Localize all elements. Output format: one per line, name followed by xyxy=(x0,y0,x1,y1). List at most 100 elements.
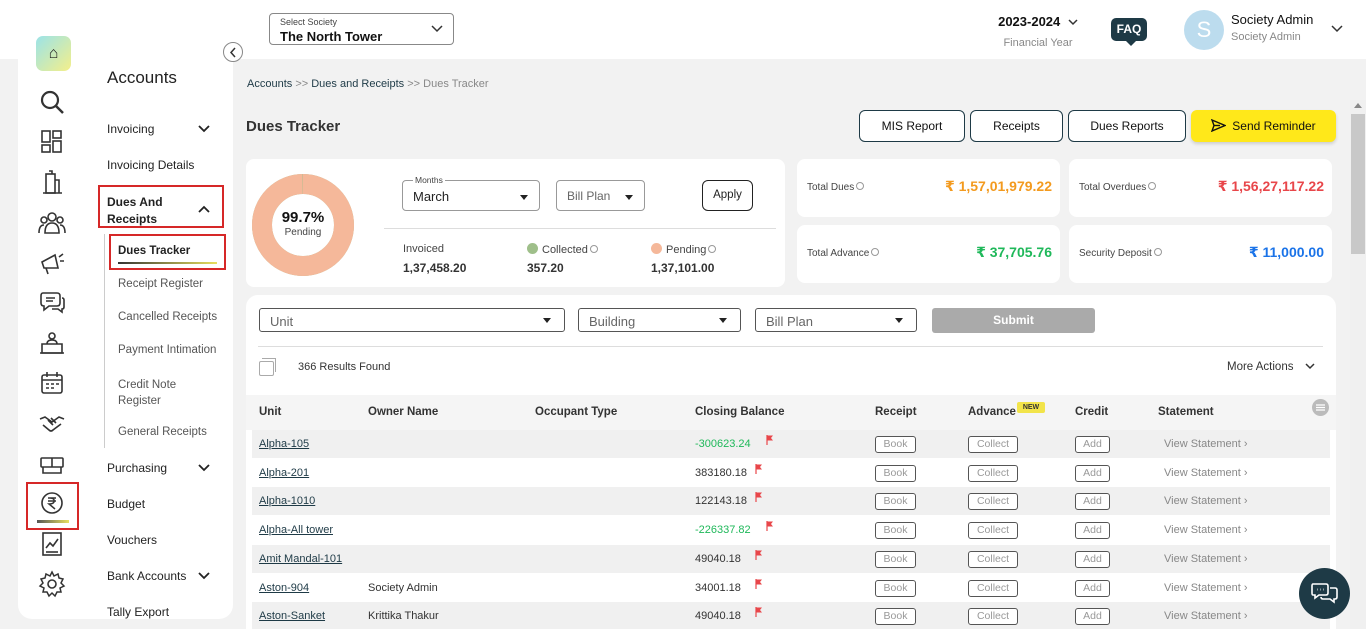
chevron-up-icon[interactable] xyxy=(198,205,210,213)
chevron-down-icon[interactable] xyxy=(198,572,210,580)
months-select[interactable]: Months March xyxy=(402,175,540,211)
collect-button[interactable]: Collect xyxy=(968,550,1018,568)
add-credit-button[interactable]: Add xyxy=(1075,522,1110,540)
receipts-button[interactable]: Receipts xyxy=(970,110,1063,142)
add-credit-button[interactable]: Add xyxy=(1075,550,1110,568)
scrollbar-thumb[interactable] xyxy=(1351,114,1365,254)
avatar[interactable]: S xyxy=(1184,10,1224,50)
view-statement-link[interactable]: View Statement › xyxy=(1164,495,1248,507)
unit-link[interactable]: Aston-904 xyxy=(259,582,309,594)
chevron-down-icon[interactable] xyxy=(1331,25,1343,33)
search-icon[interactable] xyxy=(38,88,68,116)
book-button[interactable]: Book xyxy=(875,608,916,626)
view-statement-link[interactable]: View Statement › xyxy=(1164,438,1248,450)
scroll-up-arrow-icon[interactable] xyxy=(1354,103,1362,108)
book-button[interactable]: Book xyxy=(875,522,916,540)
menu-item-dues-receipts[interactable]: Dues And Receipts xyxy=(107,194,163,228)
announcement-icon[interactable] xyxy=(38,249,68,277)
book-button[interactable]: Book xyxy=(875,464,916,482)
menu-item-tally-export[interactable]: Tally Export xyxy=(107,605,169,619)
members-icon[interactable] xyxy=(38,208,68,236)
chat-support-button[interactable] xyxy=(1299,568,1350,619)
collect-button[interactable]: Collect xyxy=(968,608,1018,626)
unit-filter-select[interactable]: Unit xyxy=(259,308,565,332)
faq-button[interactable]: FAQ xyxy=(1111,18,1147,46)
view-statement-link[interactable]: View Statement › xyxy=(1164,524,1248,536)
submenu-cancelled-receipts[interactable]: Cancelled Receipts xyxy=(118,311,217,323)
add-credit-button[interactable]: Add xyxy=(1075,493,1110,511)
info-icon[interactable] xyxy=(708,245,717,253)
collect-button[interactable]: Collect xyxy=(968,493,1018,511)
parcel-icon[interactable] xyxy=(38,449,68,477)
submenu-receipt-register[interactable]: Receipt Register xyxy=(118,278,203,290)
unit-link[interactable]: Amit Mandal-101 xyxy=(259,553,342,565)
report-icon[interactable] xyxy=(38,530,68,558)
flag-icon xyxy=(766,435,773,445)
unit-link[interactable]: Alpha-All tower xyxy=(259,524,333,536)
user-info[interactable]: Society Admin Society Admin xyxy=(1231,12,1313,43)
helpdesk-icon[interactable] xyxy=(38,329,68,357)
menu-item-invoicing-details[interactable]: Invoicing Details xyxy=(107,158,194,172)
book-button[interactable]: Book xyxy=(875,579,916,597)
menu-item-vouchers[interactable]: Vouchers xyxy=(107,533,157,547)
info-icon[interactable] xyxy=(1153,248,1162,256)
chevron-down-icon[interactable] xyxy=(198,464,210,472)
book-button[interactable]: Book xyxy=(875,550,916,568)
unit-link[interactable]: Aston-Sanket xyxy=(259,610,325,622)
handshake-icon[interactable] xyxy=(38,409,68,437)
building-icon[interactable] xyxy=(38,168,68,196)
add-credit-button[interactable]: Add xyxy=(1075,464,1110,482)
submenu-credit-note-register[interactable]: Credit Note Register xyxy=(118,377,176,409)
collect-button[interactable]: Collect xyxy=(968,436,1018,453)
app-logo[interactable]: ⌂ xyxy=(36,36,71,71)
apply-button[interactable]: Apply xyxy=(702,180,753,211)
financial-year-select[interactable]: 2023-2024 Financial Year xyxy=(992,14,1084,49)
book-button[interactable]: Book xyxy=(875,493,916,511)
unit-link[interactable]: Alpha-1010 xyxy=(259,495,315,507)
submenu-dues-tracker[interactable]: Dues Tracker xyxy=(118,245,190,257)
view-statement-link[interactable]: View Statement › xyxy=(1164,610,1248,622)
collect-button[interactable]: Collect xyxy=(968,522,1018,540)
info-icon[interactable] xyxy=(589,245,598,253)
chat-icon[interactable] xyxy=(38,288,68,316)
book-button[interactable]: Book xyxy=(875,436,916,453)
info-icon[interactable] xyxy=(871,248,880,256)
add-credit-button[interactable]: Add xyxy=(1075,579,1110,597)
menu-item-budget[interactable]: Budget xyxy=(107,497,145,511)
select-all-checkbox[interactable] xyxy=(259,358,276,376)
submenu-general-receipts[interactable]: General Receipts xyxy=(118,426,207,438)
unit-link[interactable]: Alpha-201 xyxy=(259,467,309,479)
society-select[interactable]: Select Society The North Tower xyxy=(269,13,454,45)
bill-plan-select[interactable]: Bill Plan xyxy=(556,180,645,211)
dues-reports-button[interactable]: Dues Reports xyxy=(1068,110,1186,142)
collect-button[interactable]: Collect xyxy=(968,464,1018,482)
rupee-icon[interactable] xyxy=(38,490,68,518)
view-statement-link[interactable]: View Statement › xyxy=(1164,582,1248,594)
menu-item-invoicing[interactable]: Invoicing xyxy=(107,122,154,136)
column-settings-icon[interactable] xyxy=(1312,399,1329,416)
dashboard-icon[interactable] xyxy=(38,128,68,156)
send-reminder-button[interactable]: Send Reminder xyxy=(1191,110,1336,142)
unit-link[interactable]: Alpha-105 xyxy=(259,438,309,450)
info-icon[interactable] xyxy=(1148,182,1157,190)
collect-button[interactable]: Collect xyxy=(968,579,1018,597)
mis-report-button[interactable]: MIS Report xyxy=(859,110,965,142)
building-filter-select[interactable]: Building xyxy=(578,308,741,332)
add-credit-button[interactable]: Add xyxy=(1075,608,1110,626)
bill-plan-filter-select[interactable]: Bill Plan xyxy=(755,308,917,332)
breadcrumb-dues-receipts[interactable]: Dues and Receipts xyxy=(311,78,404,90)
view-statement-link[interactable]: View Statement › xyxy=(1164,553,1248,565)
chevron-down-icon[interactable] xyxy=(198,125,210,133)
view-statement-link[interactable]: View Statement › xyxy=(1164,467,1248,479)
add-credit-button[interactable]: Add xyxy=(1075,436,1110,453)
menu-item-bank-accounts[interactable]: Bank Accounts xyxy=(107,569,186,583)
calendar-icon[interactable] xyxy=(38,369,68,397)
more-actions-dropdown[interactable]: More Actions xyxy=(1227,361,1315,373)
settings-icon[interactable] xyxy=(38,570,68,598)
breadcrumb-accounts[interactable]: Accounts xyxy=(247,78,292,90)
submit-button[interactable]: Submit xyxy=(932,308,1095,333)
menu-item-purchasing[interactable]: Purchasing xyxy=(107,461,167,475)
collapse-sidebar-button[interactable] xyxy=(223,42,243,62)
info-icon[interactable] xyxy=(856,182,865,190)
submenu-payment-intimation[interactable]: Payment Intimation xyxy=(118,344,216,356)
